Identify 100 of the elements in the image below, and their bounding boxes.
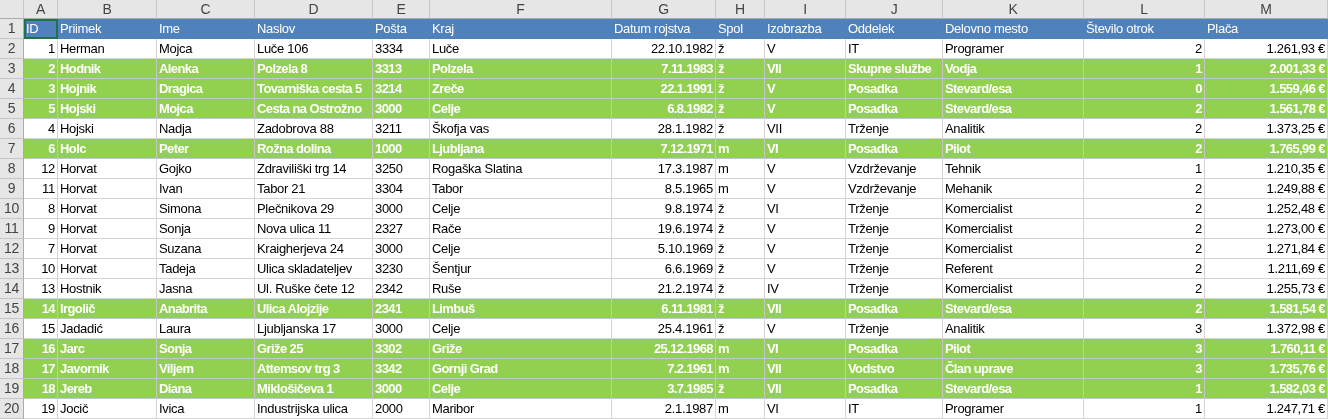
table-cell[interactable]: Programer (943, 399, 1084, 419)
header-cell[interactable]: Plača (1205, 19, 1328, 39)
row-number[interactable]: 18 (0, 359, 24, 379)
table-cell[interactable]: Tadeja (157, 259, 255, 279)
row-number[interactable]: 20 (0, 399, 24, 419)
table-cell[interactable]: Jocič (58, 399, 157, 419)
table-cell[interactable]: Sonja (157, 219, 255, 239)
header-cell[interactable]: Ime (157, 19, 255, 39)
table-cell[interactable]: 1.271,84 € (1205, 239, 1328, 259)
table-cell[interactable]: 1.211,69 € (1205, 259, 1328, 279)
table-cell[interactable]: V (765, 219, 846, 239)
table-cell[interactable]: Referent (943, 259, 1084, 279)
row-number[interactable]: 7 (0, 139, 24, 159)
table-cell[interactable]: ž (716, 219, 765, 239)
table-cell[interactable]: Ivan (157, 179, 255, 199)
table-cell[interactable]: Plečnikova 29 (255, 199, 373, 219)
table-cell[interactable]: 2 (1084, 239, 1205, 259)
row-number[interactable]: 19 (0, 379, 24, 399)
table-cell[interactable]: 2 (1084, 179, 1205, 199)
table-cell[interactable]: 2.1.1987 (612, 399, 716, 419)
table-cell[interactable]: 3250 (373, 159, 430, 179)
table-cell[interactable]: 7 (24, 239, 58, 259)
table-cell[interactable]: Horvat (58, 179, 157, 199)
table-cell[interactable]: 8.5.1965 (612, 179, 716, 199)
row-number[interactable]: 9 (0, 179, 24, 199)
table-cell[interactable]: 19 (24, 399, 58, 419)
table-cell[interactable]: Trženje (846, 199, 943, 219)
table-cell[interactable]: 2 (1084, 199, 1205, 219)
table-cell[interactable]: Trženje (846, 219, 943, 239)
table-cell[interactable]: 12 (24, 159, 58, 179)
row-number[interactable]: 5 (0, 99, 24, 119)
table-cell[interactable]: 1.247,71 € (1205, 399, 1328, 419)
header-cell[interactable]: Naslov (255, 19, 373, 39)
table-cell[interactable]: Horvat (58, 219, 157, 239)
table-cell[interactable]: Tehnik (943, 159, 1084, 179)
table-cell[interactable]: Celje (430, 199, 612, 219)
table-cell[interactable]: ž (716, 199, 765, 219)
table-cell[interactable]: Rogaška Slatina (430, 159, 612, 179)
row-number[interactable]: 4 (0, 79, 24, 99)
table-cell[interactable]: 17.3.1987 (612, 159, 716, 179)
header-cell[interactable]: Priimek (58, 19, 157, 39)
table-cell[interactable]: 11 (24, 179, 58, 199)
table-cell[interactable]: 9.8.1974 (612, 199, 716, 219)
header-cell[interactable]: Datum rojstva (612, 19, 716, 39)
table-cell[interactable]: Industrijska ulica (255, 399, 373, 419)
row-number[interactable]: 1 (0, 19, 24, 39)
table-cell[interactable]: Horvat (58, 259, 157, 279)
table-cell[interactable]: V (765, 179, 846, 199)
table-cell[interactable]: ž (716, 259, 765, 279)
table-cell[interactable]: Šentjur (430, 259, 612, 279)
table-cell[interactable]: 1.249,88 € (1205, 179, 1328, 199)
table-cell[interactable]: 1 (1084, 399, 1205, 419)
table-cell[interactable]: 2000 (373, 399, 430, 419)
table-cell[interactable]: 1.210,35 € (1205, 159, 1328, 179)
header-cell[interactable]: Spol (716, 19, 765, 39)
table-cell[interactable]: 1.273,00 € (1205, 219, 1328, 239)
table-cell[interactable]: Nova ulica 11 (255, 219, 373, 239)
table-cell[interactable]: m (716, 179, 765, 199)
table-cell[interactable]: Ulica skladateljev (255, 259, 373, 279)
table-cell[interactable]: 6.6.1969 (612, 259, 716, 279)
table-cell[interactable]: Rače (430, 219, 612, 239)
table-cell[interactable]: Komercialist (943, 199, 1084, 219)
row-number[interactable]: 2 (0, 39, 24, 59)
table-cell[interactable]: IT (846, 399, 943, 419)
row-number[interactable]: 8 (0, 159, 24, 179)
table-cell[interactable]: Komercialist (943, 239, 1084, 259)
table-cell[interactable]: 2327 (373, 219, 430, 239)
table-cell[interactable]: m (716, 399, 765, 419)
table-cell[interactable]: 1 (1084, 159, 1205, 179)
header-cell[interactable]: Število otrok (1084, 19, 1205, 39)
table-cell[interactable]: Kraigherjeva 24 (255, 239, 373, 259)
row-number[interactable]: 15 (0, 299, 24, 319)
table-cell[interactable]: Vzdrževanje (846, 179, 943, 199)
row-number[interactable]: 17 (0, 339, 24, 359)
table-cell[interactable]: m (716, 159, 765, 179)
header-cell[interactable]: Delovno mesto (943, 19, 1084, 39)
header-cell[interactable]: Kraj (430, 19, 612, 39)
table-cell[interactable]: 3230 (373, 259, 430, 279)
table-cell[interactable]: 8 (24, 199, 58, 219)
table-cell[interactable]: Horvat (58, 159, 157, 179)
table-cell[interactable]: Vzdrževanje (846, 159, 943, 179)
table-cell[interactable]: 2 (1084, 219, 1205, 239)
row-number[interactable]: 16 (0, 319, 24, 339)
table-cell[interactable]: 3000 (373, 239, 430, 259)
table-cell[interactable]: 19.6.1974 (612, 219, 716, 239)
table-cell[interactable]: Mehanik (943, 179, 1084, 199)
row-number[interactable]: 10 (0, 199, 24, 219)
table-cell[interactable]: Suzana (157, 239, 255, 259)
table-cell[interactable]: Horvat (58, 199, 157, 219)
table-cell[interactable]: Ivica (157, 399, 255, 419)
table-cell[interactable]: 2 (1084, 259, 1205, 279)
table-cell[interactable]: Simona (157, 199, 255, 219)
header-cell[interactable]: Pošta (373, 19, 430, 39)
row-number[interactable]: 14 (0, 279, 24, 299)
table-cell[interactable]: 10 (24, 259, 58, 279)
table-cell[interactable]: 3304 (373, 179, 430, 199)
table-cell[interactable]: V (765, 259, 846, 279)
row-number[interactable]: 3 (0, 59, 24, 79)
table-cell[interactable]: Maribor (430, 399, 612, 419)
table-cell[interactable]: VI (765, 399, 846, 419)
